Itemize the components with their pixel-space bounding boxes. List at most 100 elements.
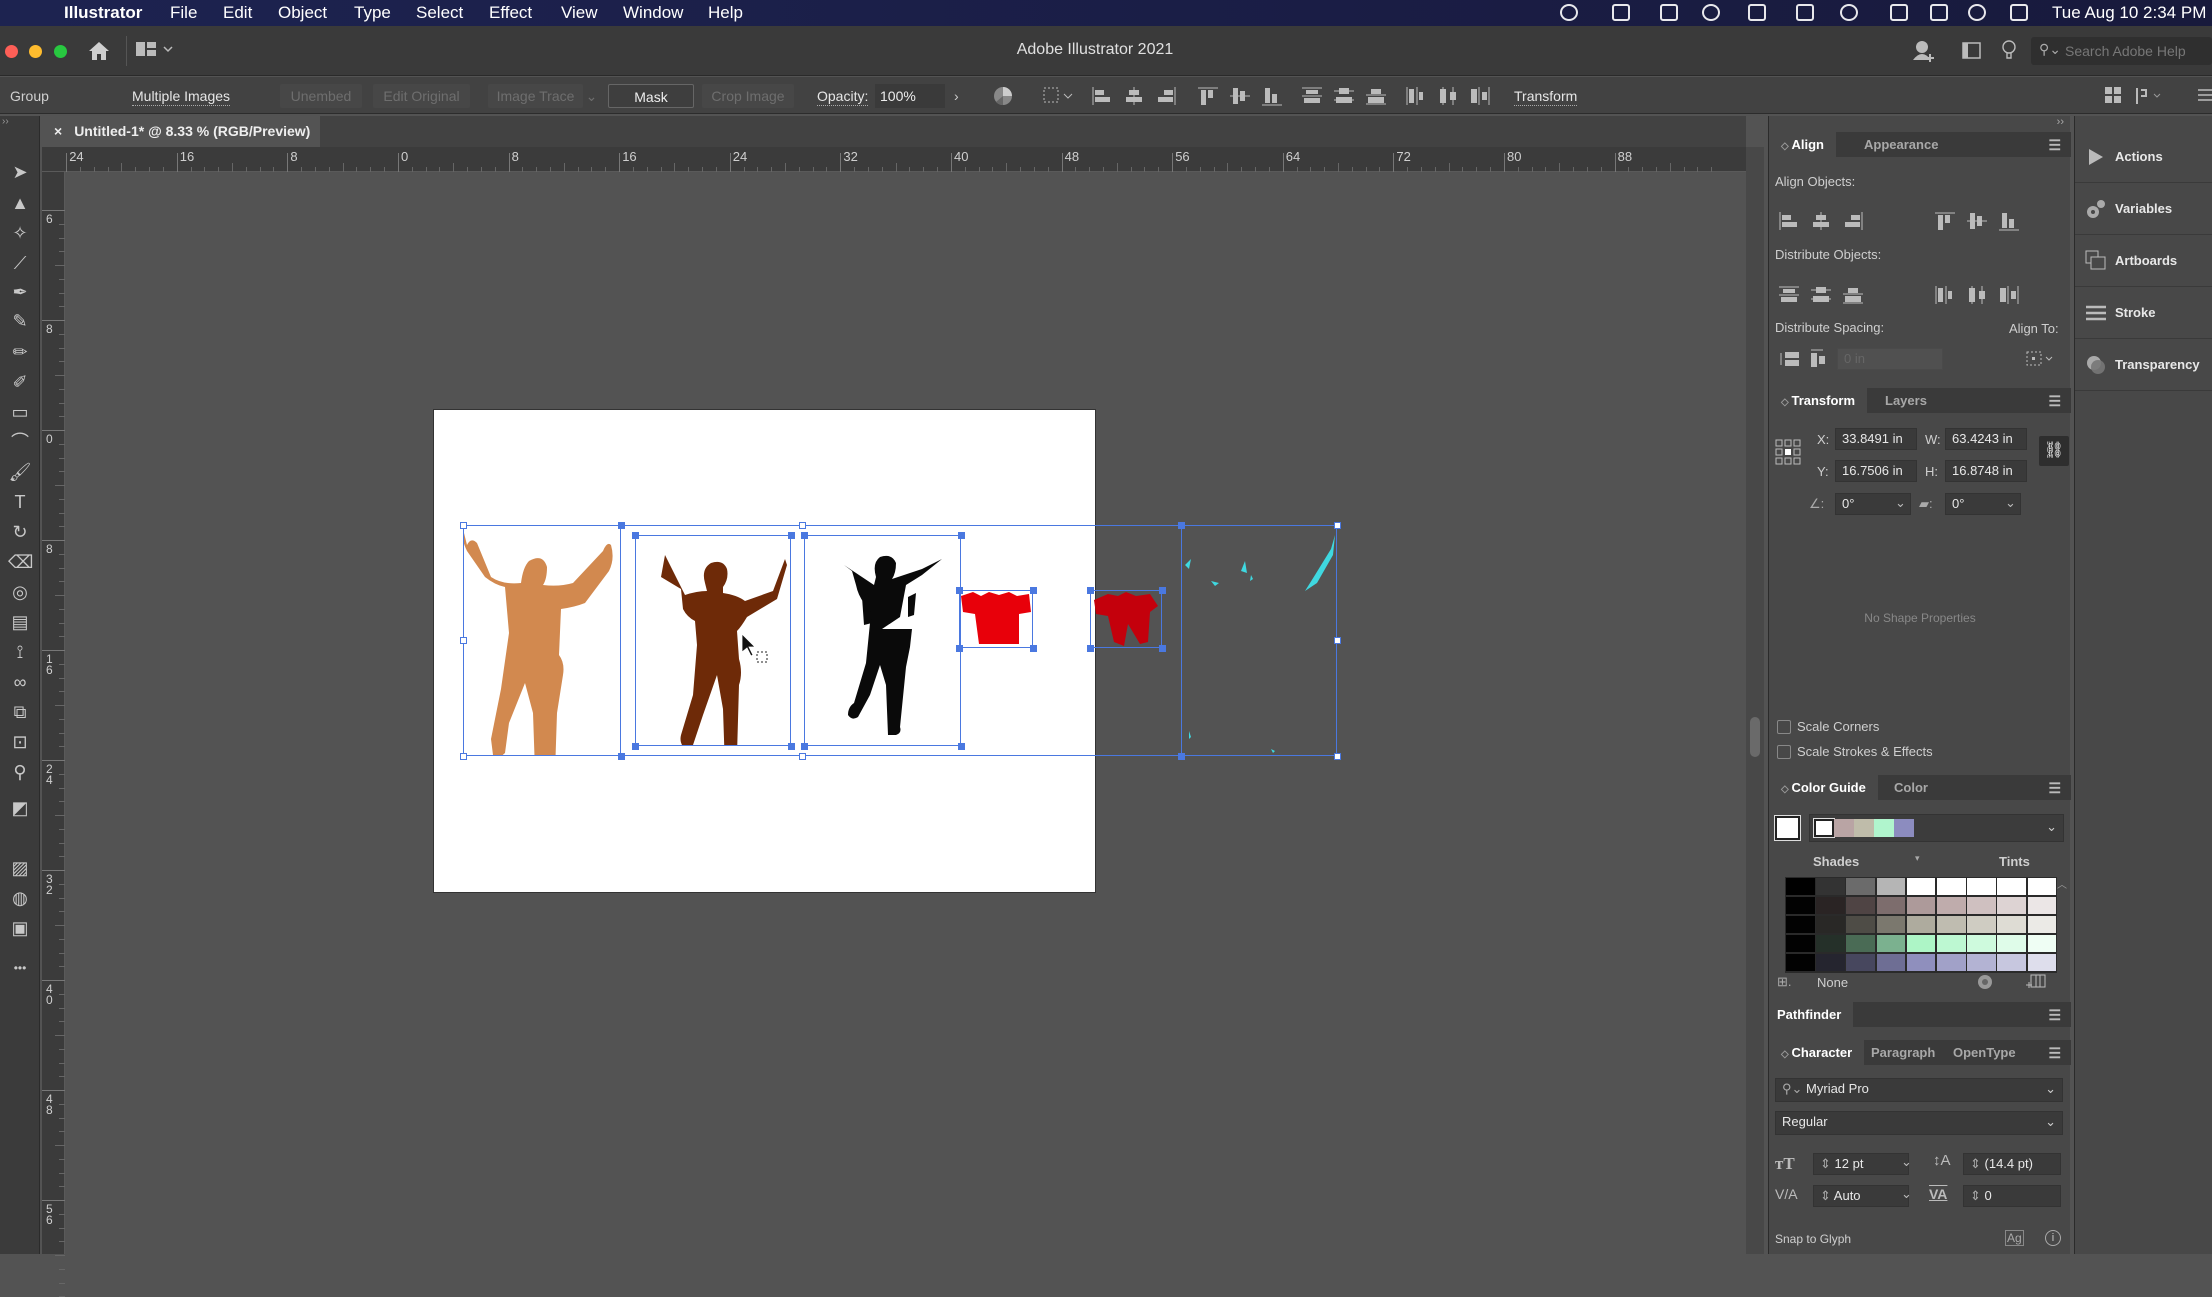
multiple-images-link[interactable]: Multiple Images — [132, 87, 231, 106]
scroll-thumb[interactable] — [1750, 717, 1760, 757]
panel-menu-icon[interactable]: ☰ — [2048, 1045, 2061, 1062]
collapse-panels-icon[interactable]: ›› — [2057, 116, 2064, 128]
spotlight-icon[interactable] — [1930, 4, 1948, 21]
blend-tool-icon[interactable]: ∞ — [8, 670, 32, 694]
color-group-swatch[interactable] — [1854, 819, 1874, 837]
selection-handle[interactable] — [958, 532, 965, 539]
align-to-selection-icon[interactable] — [1042, 86, 1074, 106]
edit-original-button[interactable]: Edit Original — [373, 84, 470, 108]
color-variation-swatch[interactable] — [1846, 897, 1875, 914]
panel-menu-icon[interactable]: ☰ — [2048, 137, 2061, 154]
color-variation-swatch[interactable] — [1846, 935, 1875, 952]
selection-handle[interactable] — [801, 743, 808, 750]
search-adobe-help-field[interactable]: ⚲⌄ Search Adobe Help — [2031, 37, 2212, 65]
distribute-bottom-icon[interactable] — [1841, 284, 1865, 306]
align-top-icon[interactable] — [1933, 210, 1957, 232]
distribute-vertical-center-icon[interactable] — [1809, 284, 1833, 306]
panel-menu-icon[interactable]: ☰ — [2048, 393, 2061, 410]
close-tab-icon[interactable]: × — [54, 123, 62, 139]
selection-handle[interactable] — [1159, 645, 1166, 652]
color-variation-swatch[interactable] — [2027, 878, 2057, 895]
malwarebytes-icon[interactable] — [1748, 4, 1766, 21]
leading-input[interactable]: ⇕ (14.4 pt) — [1963, 1153, 2061, 1175]
panel-menu-icon[interactable]: ☰ — [2048, 1007, 2061, 1024]
constrain-proportions-link-icon[interactable]: ⛓ — [2039, 436, 2069, 466]
color-variation-swatch[interactable] — [1906, 935, 1936, 952]
color-variation-swatch[interactable] — [1786, 916, 1815, 933]
chevron-down-icon[interactable]: ⌄ — [1901, 1186, 1912, 1202]
color-variation-swatch[interactable] — [1906, 897, 1936, 914]
edit-colors-icon[interactable] — [1977, 974, 1993, 990]
color-variation-swatch[interactable] — [1876, 954, 1906, 971]
dock-actions[interactable]: Actions — [2075, 132, 2212, 183]
color-variation-swatch[interactable] — [1937, 954, 1966, 971]
app-icon[interactable] — [1660, 4, 1678, 21]
color-variation-swatch[interactable] — [1816, 954, 1845, 971]
document-tab[interactable]: × Untitled-1* @ 8.33 % (RGB/Preview) — [42, 116, 320, 147]
menu-app[interactable]: Illustrator — [64, 3, 142, 23]
creative-cloud-icon[interactable] — [1560, 4, 1578, 21]
paintbrush-tool-icon[interactable]: 🖌 — [8, 460, 32, 484]
dock-stroke[interactable]: Stroke — [2075, 288, 2212, 339]
selection-handle[interactable] — [1087, 587, 1094, 594]
horizontal-ruler[interactable]: 24 16 8 0 8 16 24 32 40 48 56 64 72 80 88 — [42, 147, 1746, 172]
tab-align[interactable]: ◇ Align — [1769, 132, 1836, 157]
arc-tool-icon[interactable]: ⌒ — [8, 430, 32, 454]
color-variation-swatch[interactable] — [1997, 935, 2026, 952]
dock-variables[interactable]: Variables — [2075, 184, 2212, 235]
opacity-label[interactable]: Opacity: — [817, 87, 869, 106]
color-variation-swatch[interactable] — [1876, 916, 1906, 933]
align-left-icon[interactable] — [1090, 85, 1114, 107]
selection-handle[interactable] — [956, 587, 963, 594]
panel-menu-icon[interactable]: ☰ — [2048, 780, 2061, 797]
color-variation-swatch[interactable] — [1786, 897, 1815, 914]
menu-window[interactable]: Window — [623, 3, 683, 23]
selection-handle[interactable] — [1178, 522, 1185, 529]
image-trace-button[interactable]: Image Trace — [488, 84, 583, 108]
selection-handle[interactable] — [799, 522, 806, 529]
color-variation-swatch[interactable] — [1967, 897, 1996, 914]
align-horizontal-center-icon[interactable] — [1122, 85, 1146, 107]
curvature-tool-icon[interactable]: ⟋ — [8, 251, 32, 275]
color-variation-swatch[interactable] — [1937, 878, 1966, 895]
color-variation-swatch[interactable] — [1997, 897, 2026, 914]
rotate-tool-icon[interactable]: ↻ — [8, 520, 32, 544]
menu-view[interactable]: View — [561, 3, 598, 23]
selection-handle[interactable] — [1030, 645, 1037, 652]
draw-mode-icon[interactable]: ◍ — [8, 886, 32, 910]
y-input[interactable]: 16.7506 in — [1835, 460, 1917, 482]
wifi-icon[interactable] — [1890, 4, 1908, 21]
selection-handle[interactable] — [1087, 645, 1094, 652]
kerning-input[interactable]: ⇕ Auto — [1813, 1185, 1909, 1207]
distribute-horizontal-center-icon[interactable] — [1436, 85, 1460, 107]
selection-handle[interactable] — [799, 753, 806, 760]
snap-glyph-options-icon[interactable]: Ag — [2005, 1230, 2024, 1246]
tab-paragraph[interactable]: Paragraph — [1859, 1040, 1947, 1065]
align-left-icon[interactable] — [1777, 210, 1801, 232]
align-bottom-icon[interactable] — [1997, 210, 2021, 232]
color-variation-swatch[interactable] — [1876, 878, 1906, 895]
color-group-swatch[interactable] — [1874, 819, 1894, 837]
menu-object[interactable]: Object — [278, 3, 327, 23]
share-user-icon[interactable] — [1910, 38, 1936, 64]
distribute-vertical-center-icon[interactable] — [1332, 85, 1356, 107]
selection-handle[interactable] — [618, 753, 625, 760]
eyedropper-tool-icon[interactable]: ⟟ — [8, 640, 32, 664]
distribute-bottom-icon[interactable] — [1364, 85, 1388, 107]
font-size-input[interactable]: ⇕ 12 pt — [1813, 1153, 1909, 1175]
selection-handle[interactable] — [956, 645, 963, 652]
scale-strokes-checkbox[interactable] — [1777, 745, 1791, 759]
selection-handle[interactable] — [1030, 587, 1037, 594]
color-grid-scrollbar[interactable]: ︿ — [2057, 876, 2067, 972]
menu-type[interactable]: Type — [354, 3, 391, 23]
artboard-tool-icon[interactable]: ⊡ — [8, 730, 32, 754]
tab-opentype[interactable]: OpenType — [1941, 1040, 2028, 1065]
color-variation-swatch[interactable] — [1876, 935, 1906, 952]
color-variation-swatch[interactable] — [1846, 954, 1875, 971]
color-variation-swatch[interactable] — [1906, 878, 1936, 895]
shades-dropdown-icon[interactable]: ▾ — [1915, 853, 1920, 864]
clock[interactable]: Tue Aug 10 2:34 PM — [2052, 3, 2206, 23]
selection-handle[interactable] — [618, 522, 625, 529]
align-right-icon[interactable] — [1154, 85, 1178, 107]
color-variation-swatch[interactable] — [1997, 878, 2026, 895]
